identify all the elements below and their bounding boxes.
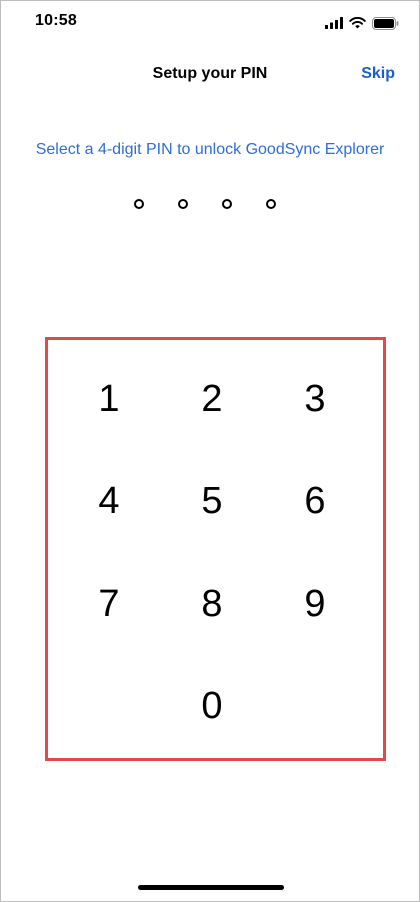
keypad-key-2[interactable]: 2: [182, 369, 242, 429]
keypad-key-8[interactable]: 8: [182, 574, 242, 634]
pin-keypad: 1 2 3 4 5 6 7 8 9 0: [45, 337, 386, 761]
keypad-key-1[interactable]: 1: [79, 369, 139, 429]
pin-dot: [134, 199, 144, 209]
status-time: 10:58: [35, 12, 77, 29]
keypad-key-7[interactable]: 7: [79, 574, 139, 634]
pin-instruction: Select a 4-digit PIN to unlock GoodSync …: [35, 141, 385, 158]
keypad-key-5[interactable]: 5: [182, 471, 242, 531]
pin-dot: [178, 199, 188, 209]
keypad-key-0[interactable]: 0: [182, 676, 242, 736]
keypad-key-9[interactable]: 9: [285, 574, 345, 634]
wifi-icon: [349, 17, 366, 29]
status-icons: [325, 16, 399, 30]
pin-dot: [222, 199, 232, 209]
pin-indicator: [134, 199, 276, 209]
keypad-key-3[interactable]: 3: [285, 369, 345, 429]
battery-icon: [372, 16, 399, 30]
cellular-signal-icon: [325, 17, 343, 29]
pin-dot: [266, 199, 276, 209]
page-title: Setup your PIN: [152, 65, 268, 82]
skip-button[interactable]: Skip: [361, 65, 395, 83]
phone-screen: 10:58 Setup your PIN Skip Select a 4-dig…: [0, 0, 420, 902]
home-indicator[interactable]: [138, 885, 284, 890]
keypad-key-6[interactable]: 6: [285, 471, 345, 531]
keypad-key-4[interactable]: 4: [79, 471, 139, 531]
